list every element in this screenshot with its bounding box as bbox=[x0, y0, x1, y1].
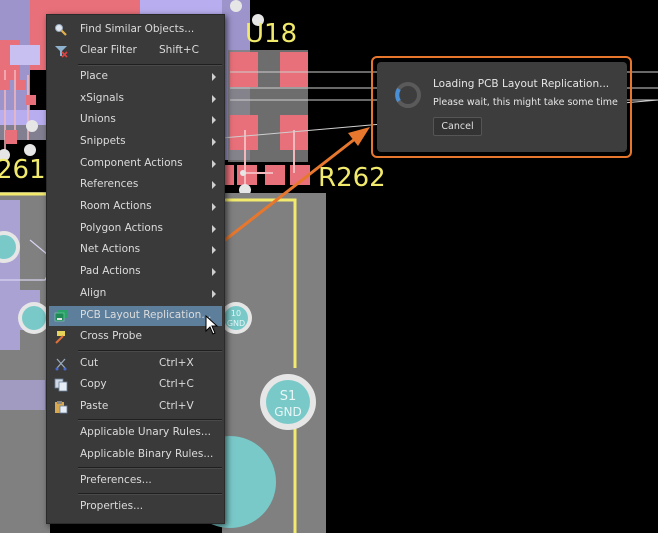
submenu-arrow-icon bbox=[212, 268, 216, 276]
menu-item-find-similar-objects[interactable]: Find Similar Objects... bbox=[49, 20, 222, 40]
menu-item-cross-probe[interactable]: Cross Probe bbox=[49, 327, 222, 347]
svg-text:261: 261 bbox=[0, 155, 46, 185]
menu-item-cut[interactable]: Cut Ctrl+X bbox=[49, 354, 222, 374]
submenu-arrow-icon bbox=[212, 95, 216, 103]
designator-u18: U18 bbox=[245, 19, 297, 49]
menu-item-paste[interactable]: Paste Ctrl+V bbox=[49, 397, 222, 417]
search-icon bbox=[55, 24, 67, 36]
cut-icon bbox=[55, 358, 67, 371]
paste-icon bbox=[55, 401, 68, 414]
context-menu: Find Similar Objects... Clear Filter Shi… bbox=[46, 14, 225, 524]
pad-label-s1-gnd: GND bbox=[274, 405, 302, 419]
cross-probe-icon bbox=[55, 331, 65, 344]
submenu-arrow-icon bbox=[212, 290, 216, 298]
cancel-button[interactable]: Cancel bbox=[433, 117, 482, 136]
menu-item-applicable-binary-rules[interactable]: Applicable Binary Rules... bbox=[49, 445, 222, 465]
svg-text:S1: S1 bbox=[280, 389, 297, 404]
submenu-arrow-icon bbox=[212, 160, 216, 168]
menu-separator bbox=[78, 64, 222, 66]
menu-item-snippets[interactable]: Snippets bbox=[49, 132, 222, 152]
clear-filter-icon bbox=[55, 46, 68, 58]
menu-separator bbox=[78, 419, 222, 421]
svg-text:GND: GND bbox=[274, 405, 302, 419]
menu-item-room-actions[interactable]: Room Actions bbox=[49, 197, 222, 217]
menu-item-xsignals[interactable]: xSignals bbox=[49, 89, 222, 109]
submenu-arrow-icon bbox=[212, 225, 216, 233]
menu-item-net-actions[interactable]: Net Actions bbox=[49, 240, 222, 260]
loading-spinner-icon bbox=[395, 82, 421, 108]
menu-separator bbox=[78, 350, 222, 352]
submenu-arrow-icon bbox=[212, 73, 216, 81]
menu-item-unions[interactable]: Unions bbox=[49, 110, 222, 130]
mouse-cursor-icon bbox=[205, 315, 219, 335]
submenu-arrow-icon bbox=[212, 138, 216, 146]
pad-label-gnd: GND bbox=[227, 319, 245, 328]
submenu-arrow-icon bbox=[212, 116, 216, 124]
menu-item-preferences[interactable]: Preferences... bbox=[49, 471, 222, 491]
designator-r261: 261 bbox=[0, 155, 46, 185]
dialog-message: Please wait, this might take some time bbox=[433, 97, 618, 108]
menu-separator bbox=[78, 467, 222, 469]
menu-item-applicable-unary-rules[interactable]: Applicable Unary Rules... bbox=[49, 423, 222, 443]
svg-text:GND: GND bbox=[227, 319, 245, 328]
pad-label-s1: S1 bbox=[280, 389, 297, 404]
menu-item-copy[interactable]: Copy Ctrl+C bbox=[49, 375, 222, 395]
layout-replication-icon bbox=[54, 310, 67, 322]
submenu-arrow-icon bbox=[212, 181, 216, 189]
menu-item-references[interactable]: References bbox=[49, 175, 222, 195]
pad-label-10: 10 bbox=[231, 309, 241, 318]
menu-item-component-actions[interactable]: Component Actions bbox=[49, 154, 222, 174]
menu-item-pcb-layout-replication[interactable]: PCB Layout Replication... bbox=[49, 306, 222, 326]
svg-text:R262: R262 bbox=[318, 163, 386, 193]
menu-item-place[interactable]: Place bbox=[49, 67, 222, 87]
copy-icon bbox=[54, 378, 68, 392]
svg-text:U18: U18 bbox=[245, 19, 297, 49]
menu-item-polygon-actions[interactable]: Polygon Actions bbox=[49, 219, 222, 239]
menu-item-pad-actions[interactable]: Pad Actions bbox=[49, 262, 222, 282]
dialog-title: Loading PCB Layout Replication... bbox=[433, 78, 610, 90]
submenu-arrow-icon bbox=[212, 246, 216, 254]
menu-item-align[interactable]: Align bbox=[49, 284, 222, 304]
svg-text:10: 10 bbox=[231, 309, 241, 318]
loading-dialog: Loading PCB Layout Replication... Please… bbox=[377, 62, 627, 152]
submenu-arrow-icon bbox=[212, 203, 216, 211]
menu-item-properties[interactable]: Properties... bbox=[49, 497, 222, 517]
designator-r262: R262 bbox=[318, 163, 386, 193]
menu-separator bbox=[78, 493, 222, 495]
menu-item-clear-filter[interactable]: Clear Filter Shift+C bbox=[49, 41, 222, 61]
